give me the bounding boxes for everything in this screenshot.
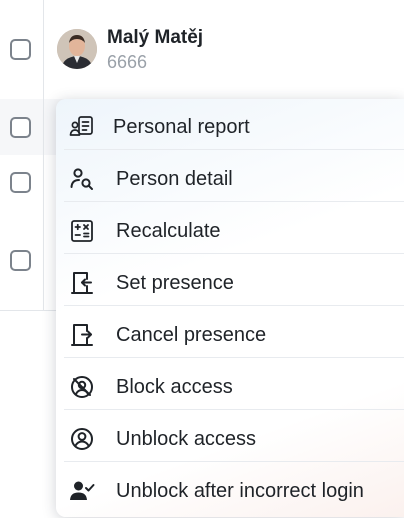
menu-item-person-detail[interactable]: Person detail (64, 157, 404, 202)
row-checkbox[interactable] (10, 250, 31, 271)
row-checkbox[interactable] (10, 117, 31, 138)
avatar (57, 29, 97, 69)
menu-item-label: Personal report (113, 115, 250, 138)
column-divider (43, 0, 44, 310)
menu-item-set-presence[interactable]: Set presence (64, 261, 404, 306)
user-circle-icon (68, 425, 96, 453)
person-search-icon (68, 165, 96, 193)
person-id: 6666 (107, 52, 148, 72)
menu-item-label: Set presence (116, 271, 234, 294)
user-check-icon (68, 477, 96, 505)
menu-item-label: Person detail (116, 167, 233, 190)
person-name: Malý Matěj (107, 27, 204, 48)
menu-item-label: Unblock after incorrect login (116, 479, 364, 502)
row-checkbox[interactable] (10, 39, 31, 60)
door-exit-icon (68, 321, 96, 349)
menu-item-label: Block access (116, 375, 233, 398)
menu-item-label: Recalculate (116, 219, 221, 242)
menu-item-unblock-after-incorrect-login[interactable]: Unblock after incorrect login (64, 469, 404, 513)
menu-item-personal-report[interactable]: Personal report (64, 105, 404, 150)
menu-item-cancel-presence[interactable]: Cancel presence (64, 313, 404, 358)
menu-item-block-access[interactable]: Block access (64, 365, 404, 410)
row-checkbox[interactable] (10, 172, 31, 193)
personal-report-icon (68, 113, 96, 141)
context-menu: Personal report Person detail Recalculat… (56, 99, 404, 517)
user-blocked-icon (68, 373, 96, 401)
calculator-icon (68, 217, 96, 245)
door-enter-icon (68, 269, 96, 297)
menu-item-recalculate[interactable]: Recalculate (64, 209, 404, 254)
menu-item-label: Unblock access (116, 427, 257, 450)
menu-item-unblock-access[interactable]: Unblock access (64, 417, 404, 462)
menu-item-label: Cancel presence (116, 323, 267, 346)
list-row[interactable]: Malý Matěj 6666 (0, 0, 404, 100)
